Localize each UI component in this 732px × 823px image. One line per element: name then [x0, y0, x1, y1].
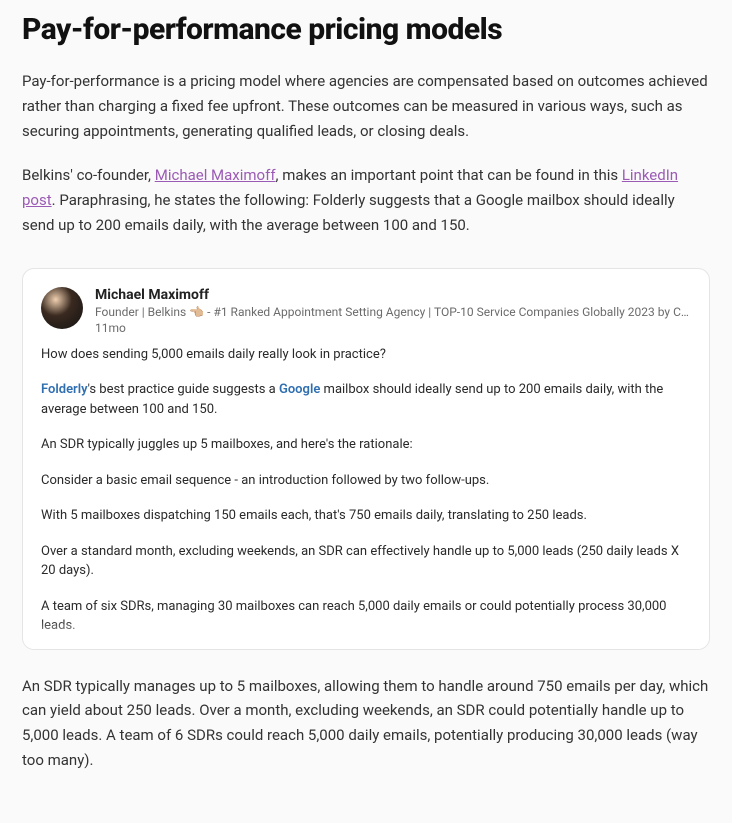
post-p7: A team of six SDRs, managing 30 mailboxe… — [41, 597, 691, 636]
post-p1: How does sending 5,000 emails daily real… — [41, 345, 691, 365]
google-link[interactable]: Google — [279, 382, 320, 397]
avatar — [41, 287, 83, 329]
cofounder-paragraph: Belkins' co-founder, Michael Maximoff, m… — [22, 163, 710, 237]
cofounder-prefix: Belkins' co-founder, — [22, 166, 155, 184]
post-body: How does sending 5,000 emails daily real… — [41, 345, 691, 650]
author-info: Michael Maximoff Founder | Belkins 👈🏼 - … — [95, 287, 691, 335]
closing-paragraph: An SDR typically manages up to 5 mailbox… — [22, 674, 710, 773]
cofounder-suffix: . Paraphrasing, he states the following:… — [22, 191, 675, 234]
post-header: Michael Maximoff Founder | Belkins 👈🏼 - … — [41, 287, 691, 335]
post-author-tagline: Founder | Belkins 👈🏼 - #1 Ranked Appoint… — [95, 305, 691, 319]
post-author-name: Michael Maximoff — [95, 287, 691, 303]
post-p2b: 's best practice guide suggests a — [88, 382, 279, 397]
post-p4: Consider a basic email sequence - an int… — [41, 471, 691, 491]
intro-paragraph: Pay-for-performance is a pricing model w… — [22, 69, 710, 143]
page-title: Pay-for-performance pricing models — [22, 12, 710, 47]
author-link[interactable]: Michael Maximoff — [155, 166, 276, 184]
post-p2: Folderly's best practice guide suggests … — [41, 380, 691, 419]
post-age: 11mo — [95, 321, 691, 335]
post-p3: An SDR typically juggles up 5 mailboxes,… — [41, 435, 691, 455]
folderly-link[interactable]: Folderly — [41, 382, 88, 397]
cofounder-mid: , makes an important point that can be f… — [276, 166, 622, 184]
post-p5: With 5 mailboxes dispatching 150 emails … — [41, 506, 691, 526]
linkedin-post-card: Michael Maximoff Founder | Belkins 👈🏼 - … — [22, 268, 710, 650]
post-p6: Over a standard month, excluding weekend… — [41, 542, 691, 581]
